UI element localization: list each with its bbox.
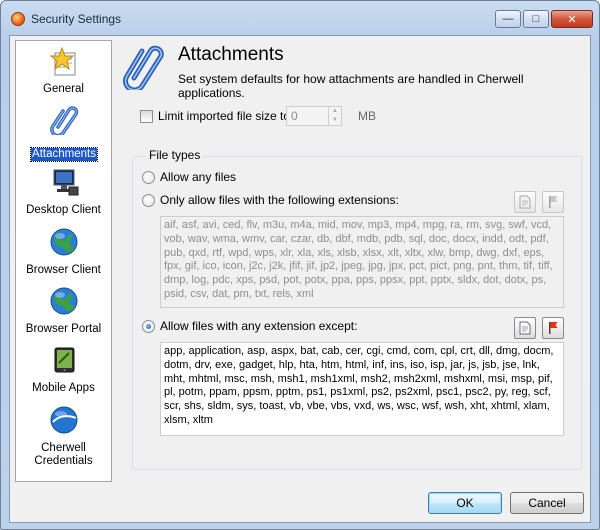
file-size-value: 0 (291, 109, 298, 123)
star-document-icon (49, 47, 76, 76)
sidebar-item-desktop-client[interactable]: Desktop Client (16, 165, 111, 221)
cancel-button[interactable]: Cancel (510, 492, 584, 514)
ok-button[interactable]: OK (428, 492, 502, 514)
sidebar-item-cherwell-credentials[interactable]: Cherwell Credentials (16, 403, 111, 475)
sidebar-item-label: Browser Portal (25, 323, 102, 335)
minimize-button[interactable]: — (495, 10, 521, 28)
cherwell-globe-icon (50, 406, 78, 434)
sidebar-item-browser-portal[interactable]: Browser Portal (16, 284, 111, 340)
stepper-arrows[interactable]: ▲ ▼ (328, 107, 341, 125)
computer-icon (53, 169, 79, 196)
sidebar-item-label: Mobile Apps (32, 382, 95, 394)
app-icon (11, 12, 25, 26)
sidebar-item-label: Attachments (30, 147, 98, 162)
sidebar-item-label: Browser Client (26, 264, 101, 276)
paperclip-icon (123, 45, 164, 90)
file-size-stepper[interactable]: 0 ▲ ▼ (286, 106, 342, 126)
edit-list-button[interactable] (514, 191, 536, 213)
only-allow-label: Only allow files with the following exte… (160, 193, 399, 207)
stepper-down-icon[interactable]: ▼ (329, 116, 341, 125)
size-unit-label: MB (358, 109, 376, 123)
sidebar-item-label: General (43, 83, 84, 95)
sidebar-item-label: Desktop Client (26, 204, 101, 216)
close-button[interactable]: ✕ (551, 10, 593, 28)
stepper-up-icon[interactable]: ▲ (329, 107, 341, 116)
allow-any-label: Allow any files (160, 170, 237, 184)
dialog-body: General Attachments Desktop Client Brows… (9, 35, 591, 523)
flag-icon (549, 322, 558, 334)
globe-icon (50, 228, 78, 256)
window-title: Security Settings (31, 12, 122, 26)
document-icon (519, 321, 531, 335)
page-description: Set system defaults for how attachments … (178, 72, 524, 100)
allow-except-label: Allow files with any extension except: (160, 319, 358, 333)
sidebar-item-browser-client[interactable]: Browser Client (16, 225, 111, 281)
flag-icon (549, 196, 558, 208)
allow-except-radio[interactable] (142, 320, 155, 333)
sidebar-item-attachments[interactable]: Attachments (16, 105, 111, 162)
settings-sidebar: General Attachments Desktop Client Brows… (15, 40, 112, 482)
page-title: Attachments (178, 44, 284, 65)
sidebar-item-label: Cherwell Credentials (34, 442, 93, 467)
sidebar-item-mobile-apps[interactable]: Mobile Apps (16, 343, 111, 399)
limit-size-checkbox[interactable] (140, 110, 153, 123)
security-settings-window: Security Settings — □ ✕ General Attachme… (0, 0, 600, 530)
allowed-extensions-textarea[interactable]: aif, asf, avi, ced, flv, m3u, m4a, mid, … (160, 216, 564, 308)
limit-size-label: Limit imported file size to (158, 109, 291, 123)
attachments-panel: Attachments Set system defaults for how … (118, 36, 590, 486)
maximize-button[interactable]: □ (523, 10, 549, 28)
title-bar[interactable]: Security Settings — □ ✕ (1, 1, 599, 35)
document-icon (519, 195, 531, 209)
globe-icon (50, 287, 78, 315)
reset-list-button[interactable] (542, 191, 564, 213)
file-types-group-title: File types (146, 148, 204, 162)
only-allow-radio[interactable] (142, 194, 155, 207)
sidebar-item-general[interactable]: General (16, 47, 111, 103)
edit-except-list-button[interactable] (514, 317, 536, 339)
allow-any-radio[interactable] (142, 171, 155, 184)
reset-except-list-button[interactable] (542, 317, 564, 339)
paperclip-icon (50, 106, 79, 135)
tablet-icon (54, 347, 75, 373)
blocked-extensions-textarea[interactable]: app, application, asp, aspx, bat, cab, c… (160, 342, 564, 436)
